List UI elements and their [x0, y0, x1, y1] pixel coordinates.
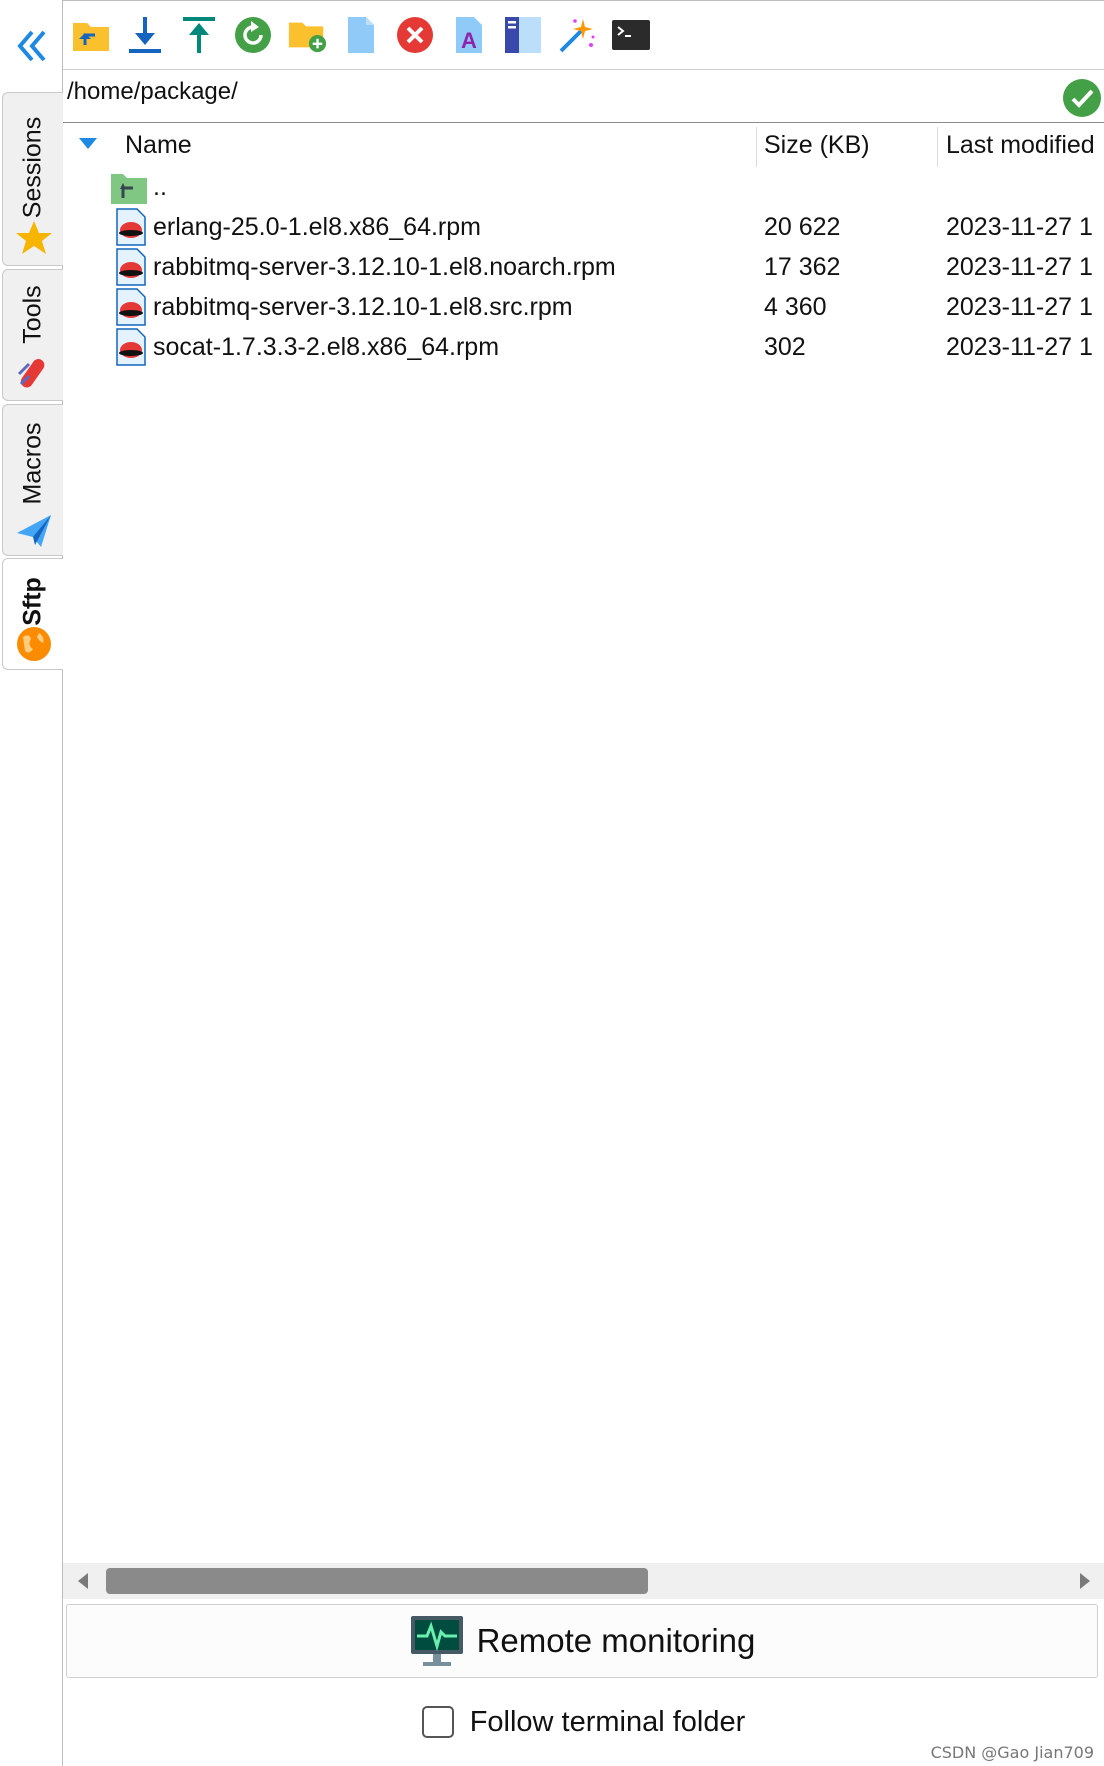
download-button[interactable] — [125, 13, 165, 57]
rpm-file-icon — [116, 288, 146, 326]
column-header-size[interactable]: Size (KB) — [764, 123, 934, 167]
parent-folder-button[interactable] — [71, 13, 111, 57]
terminal-button[interactable] — [611, 13, 651, 57]
download-icon — [129, 17, 161, 53]
column-header-modified[interactable]: Last modified — [946, 123, 1104, 167]
double-chevron-left-icon — [16, 30, 46, 62]
file-size: 302 — [764, 333, 806, 361]
file-row[interactable]: erlang-25.0-1.el8.x86_64.rpm 20 622 2023… — [63, 207, 1104, 247]
follow-terminal-folder-label[interactable]: Follow terminal folder — [470, 1706, 746, 1739]
file-row[interactable]: rabbitmq-server-3.12.10-1.el8.noarch.rpm… — [63, 247, 1104, 287]
path-bar — [63, 69, 1104, 123]
file-name: rabbitmq-server-3.12.10-1.el8.noarch.rpm — [153, 253, 616, 281]
rpm-file-icon — [116, 248, 146, 286]
parent-folder-icon — [73, 23, 109, 51]
tab-sessions-label: Sessions — [18, 116, 47, 219]
monitor-icon — [410, 1616, 463, 1666]
delete-button[interactable] — [395, 13, 435, 57]
delete-icon — [397, 17, 433, 53]
paper-plane-icon — [15, 511, 53, 549]
properties-icon — [505, 17, 541, 53]
remote-monitoring-button[interactable]: Remote monitoring — [66, 1604, 1098, 1678]
column-header-name[interactable]: Name — [125, 123, 725, 167]
star-icon — [15, 219, 53, 257]
file-modified: 2023-11-27 1 — [946, 253, 1093, 281]
go-path-button[interactable] — [1062, 78, 1102, 118]
file-name: .. — [153, 173, 167, 201]
watermark: CSDN @Gao Jian709 — [930, 1743, 1094, 1762]
file-size: 20 622 — [764, 213, 841, 241]
refresh-icon — [235, 17, 271, 53]
tab-macros[interactable]: Macros — [2, 404, 63, 556]
remote-monitoring-label: Remote monitoring — [476, 1622, 756, 1659]
collapse-sidebar-button[interactable] — [0, 0, 63, 92]
follow-terminal-folder: Follow terminal folder — [63, 1699, 1104, 1745]
follow-terminal-folder-checkbox[interactable] — [421, 1706, 454, 1738]
file-row-parent[interactable]: .. — [63, 167, 1104, 207]
tab-macros-label: Macros — [18, 422, 47, 505]
file-modified: 2023-11-27 1 — [946, 293, 1093, 321]
magic-wand-icon — [559, 19, 595, 53]
file-name: socat-1.7.3.3-2.el8.x86_64.rpm — [153, 333, 500, 361]
file-modified: 2023-11-27 1 — [946, 213, 1093, 241]
globe-icon — [15, 625, 53, 663]
file-size: 17 362 — [764, 253, 841, 281]
toolbar: A — [63, 1, 1104, 69]
tab-sessions[interactable]: Sessions — [2, 92, 63, 266]
file-list-header: Name Size (KB) Last modified — [63, 123, 1104, 167]
magic-wand-button[interactable] — [557, 13, 597, 57]
new-file-icon — [348, 17, 374, 53]
rename-button[interactable]: A — [449, 13, 489, 57]
terminal-icon — [612, 20, 650, 50]
properties-button[interactable] — [503, 13, 543, 57]
file-row[interactable]: socat-1.7.3.3-2.el8.x86_64.rpm 302 2023-… — [63, 327, 1104, 367]
tab-tools[interactable]: Tools — [2, 269, 63, 401]
file-size: 4 360 — [764, 293, 827, 321]
swiss-knife-icon — [15, 354, 53, 392]
column-separator[interactable] — [937, 127, 938, 167]
scrollbar-thumb[interactable] — [106, 1568, 648, 1594]
tab-sftp[interactable]: Sftp — [2, 558, 63, 670]
path-input[interactable] — [67, 74, 1027, 110]
file-name: rabbitmq-server-3.12.10-1.el8.src.rpm — [153, 293, 573, 321]
tab-tools-label: Tools — [18, 285, 47, 344]
svg-text:A: A — [461, 28, 477, 53]
scroll-left-arrow-icon[interactable] — [78, 1573, 88, 1589]
horizontal-scrollbar[interactable] — [63, 1563, 1104, 1599]
new-file-button[interactable] — [341, 13, 381, 57]
sidebar: Sessions Tools Macros Sftp — [0, 0, 63, 1766]
scroll-right-arrow-icon[interactable] — [1080, 1573, 1090, 1589]
sftp-panel: A /home/package/ Name Size (KB) Last mod… — [63, 0, 1104, 1766]
rename-icon: A — [456, 17, 482, 53]
tab-sftp-label: Sftp — [18, 577, 47, 626]
parent-folder-icon — [111, 174, 147, 204]
new-folder-button[interactable] — [287, 13, 327, 57]
file-modified: 2023-11-27 1 — [946, 333, 1093, 361]
file-name: erlang-25.0-1.el8.x86_64.rpm — [153, 213, 481, 241]
file-row[interactable]: rabbitmq-server-3.12.10-1.el8.src.rpm 4 … — [63, 287, 1104, 327]
rpm-file-icon — [116, 208, 146, 246]
sort-descending-icon[interactable] — [79, 138, 97, 150]
refresh-button[interactable] — [233, 13, 273, 57]
new-folder-icon — [288, 22, 327, 53]
upload-icon — [183, 17, 215, 53]
column-separator[interactable] — [756, 127, 757, 167]
rpm-file-icon — [116, 328, 146, 366]
check-circle-icon — [1063, 79, 1101, 117]
upload-button[interactable] — [179, 13, 219, 57]
